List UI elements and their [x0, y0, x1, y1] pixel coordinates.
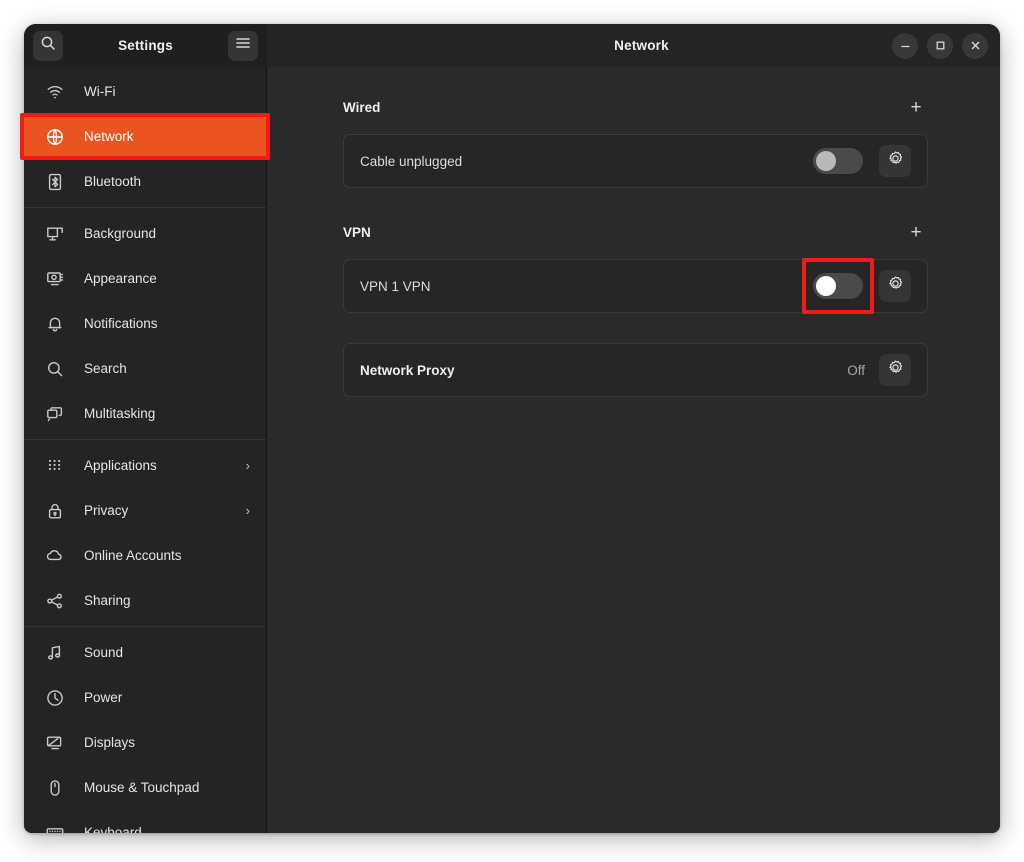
add-connection-button[interactable]: +: [904, 95, 928, 119]
titlebar-sidebar-section: Settings: [24, 24, 267, 67]
sidebar-item-applications[interactable]: Applications›: [24, 443, 266, 488]
sidebar-item-label: Power: [84, 690, 256, 705]
search-icon: [40, 35, 56, 56]
connection-label: VPN 1 VPN: [360, 279, 813, 294]
sidebar-item-appearance[interactable]: Appearance: [24, 256, 266, 301]
apps-grid-icon: [44, 457, 66, 475]
main-menu-button[interactable]: [228, 31, 258, 61]
sidebar-item-network[interactable]: Network: [24, 114, 266, 159]
sidebar-item-label: Multitasking: [84, 406, 256, 421]
hamburger-menu-icon: [235, 36, 251, 55]
sidebar-item-bluetooth[interactable]: Bluetooth: [24, 159, 266, 204]
close-button[interactable]: [962, 33, 988, 59]
sidebar-item-label: Search: [84, 361, 256, 376]
sidebar-item-label: Mouse & Touchpad: [84, 780, 256, 795]
gear-icon: [887, 359, 904, 381]
connection-label: Network Proxy: [360, 363, 847, 378]
main-content: Wired+Cable unpluggedVPN+VPN 1 VPNNetwor…: [267, 67, 1000, 833]
globe-icon: [44, 128, 66, 146]
sidebar-item-multitasking[interactable]: Multitasking: [24, 391, 266, 436]
settings-window: Settings Network: [24, 24, 1000, 833]
connection-row: VPN 1 VPN: [343, 259, 928, 313]
bell-icon: [44, 315, 66, 333]
sidebar-item-privacy[interactable]: Privacy›: [24, 488, 266, 533]
toggle-knob: [816, 276, 836, 296]
minimize-button[interactable]: [892, 33, 918, 59]
sidebar: Wi-Fi Network Bluetooth Background Appearanc…: [24, 67, 267, 833]
connection-settings-button[interactable]: [879, 145, 911, 177]
section-title: VPN: [343, 225, 904, 240]
maximize-button[interactable]: [927, 33, 953, 59]
sidebar-item-label: Notifications: [84, 316, 256, 331]
sidebar-item-power[interactable]: Power: [24, 675, 266, 720]
window-body: Wi-Fi Network Bluetooth Background Appearanc…: [24, 67, 1000, 833]
background-icon: [44, 225, 66, 243]
section-header: Wired+: [343, 93, 928, 121]
connection-status-value: Off: [847, 363, 865, 378]
sidebar-item-label: Appearance: [84, 271, 256, 286]
window-controls: [892, 33, 988, 59]
sidebar-item-sharing[interactable]: Sharing: [24, 578, 266, 623]
sidebar-separator: [24, 626, 266, 627]
sidebar-item-notifications[interactable]: Notifications: [24, 301, 266, 346]
connection-settings-button[interactable]: [879, 354, 911, 386]
gear-icon: [887, 275, 904, 297]
connection-toggle[interactable]: [813, 273, 863, 299]
lock-icon: [44, 502, 66, 520]
sidebar-title: Settings: [63, 38, 228, 53]
connection-toggle[interactable]: [813, 148, 863, 174]
sidebar-item-wi-fi[interactable]: Wi-Fi: [24, 69, 266, 114]
sidebar-item-label: Bluetooth: [84, 174, 256, 189]
gear-icon: [887, 150, 904, 172]
page-title: Network: [281, 38, 892, 53]
toggle-wrapper: [813, 148, 879, 174]
connection-row: Network ProxyOff: [343, 343, 928, 397]
sidebar-item-sound[interactable]: Sound: [24, 630, 266, 675]
sidebar-item-label: Displays: [84, 735, 256, 750]
chevron-right-icon: ›: [246, 503, 256, 518]
sidebar-item-label: Privacy: [84, 503, 246, 518]
sidebar-item-online-accounts[interactable]: Online Accounts: [24, 533, 266, 578]
display-icon: [44, 734, 66, 752]
add-connection-button[interactable]: +: [904, 220, 928, 244]
sidebar-item-keyboard[interactable]: Keyboard: [24, 810, 266, 833]
connection-label: Cable unplugged: [360, 154, 813, 169]
chevron-right-icon: ›: [246, 458, 256, 473]
appearance-icon: [44, 270, 66, 288]
sidebar-item-label: Online Accounts: [84, 548, 256, 563]
bluetooth-icon: [44, 173, 66, 191]
sidebar-item-search[interactable]: Search: [24, 346, 266, 391]
keyboard-icon: [44, 824, 66, 834]
titlebar-content-section: Network: [267, 24, 1000, 67]
sidebar-item-label: Background: [84, 226, 256, 241]
mouse-icon: [44, 779, 66, 797]
sidebar-separator: [24, 207, 266, 208]
toggle-knob: [816, 151, 836, 171]
sidebar-item-label: Wi-Fi: [84, 84, 256, 99]
section-title: Wired: [343, 100, 904, 115]
sidebar-item-mouse-touchpad[interactable]: Mouse & Touchpad: [24, 765, 266, 810]
sidebar-item-label: Applications: [84, 458, 246, 473]
music-note-icon: [44, 644, 66, 662]
sidebar-item-background[interactable]: Background: [24, 211, 266, 256]
share-nodes-icon: [44, 592, 66, 610]
connection-row: Cable unplugged: [343, 134, 928, 188]
section-header: VPN+: [343, 218, 928, 246]
connection-settings-button[interactable]: [879, 270, 911, 302]
titlebar: Settings Network: [24, 24, 1000, 67]
sidebar-item-displays[interactable]: Displays: [24, 720, 266, 765]
toggle-wrapper: [813, 273, 879, 299]
sidebar-item-label: Sound: [84, 645, 256, 660]
sidebar-item-label: Network: [84, 129, 256, 144]
search-button[interactable]: [33, 31, 63, 61]
wifi-icon: [44, 83, 66, 101]
sidebar-separator: [24, 439, 266, 440]
sidebar-item-label: Keyboard: [84, 825, 256, 833]
power-icon: [44, 689, 66, 707]
sidebar-item-label: Sharing: [84, 593, 256, 608]
search-icon: [44, 360, 66, 378]
multitasking-icon: [44, 405, 66, 423]
cloud-icon: [44, 547, 66, 565]
